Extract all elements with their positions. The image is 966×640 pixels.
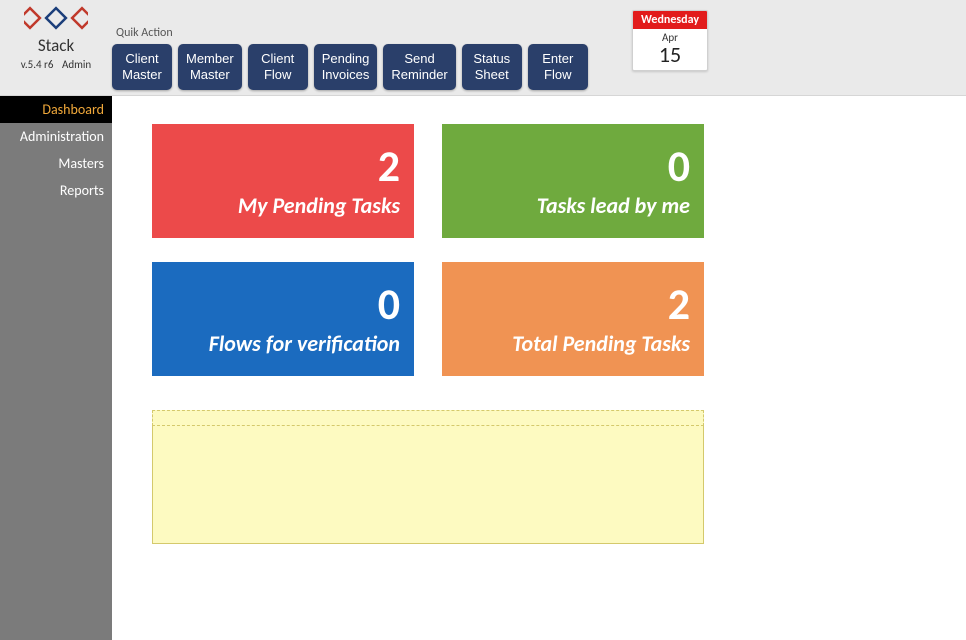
sidebar-item-dashboard[interactable]: Dashboard xyxy=(0,96,112,123)
tile-my-pending-tasks[interactable]: 2 My Pending Tasks xyxy=(152,124,414,238)
sidebar-item-reports[interactable]: Reports xyxy=(0,177,112,204)
tile-value: 0 xyxy=(668,144,690,188)
date-weekday: Wednesday xyxy=(633,11,707,29)
tile-label: Flows for verification xyxy=(209,330,400,357)
tile-label: Total Pending Tasks xyxy=(512,330,690,357)
tile-total-pending-tasks[interactable]: 2 Total Pending Tasks xyxy=(442,262,704,376)
brand-block: Stack v.5.4 r6 Admin xyxy=(0,0,112,71)
main-area: 2 My Pending Tasks 0 Tasks lead by me 0 … xyxy=(112,96,966,640)
role-text: Admin xyxy=(62,58,91,71)
header: Stack v.5.4 r6 Admin Quik Action Client … xyxy=(0,0,966,96)
sidebar-item-masters[interactable]: Masters xyxy=(0,150,112,177)
date-day-number: 15 xyxy=(633,44,707,70)
app-root: Stack v.5.4 r6 Admin Quik Action Client … xyxy=(0,0,966,640)
notes-header-strip xyxy=(152,410,704,426)
sidebar-item-administration[interactable]: Administration xyxy=(0,123,112,150)
brand-name: Stack xyxy=(0,35,112,56)
notes-panel xyxy=(152,410,704,549)
date-widget: Wednesday Apr 15 xyxy=(632,10,708,71)
sidebar: Dashboard Administration Masters Reports xyxy=(0,96,112,640)
tile-flows-for-verification[interactable]: 0 Flows for verification xyxy=(152,262,414,376)
tile-tasks-lead-by-me[interactable]: 0 Tasks lead by me xyxy=(442,124,704,238)
quick-action-buttons: Client Master Member Master Client Flow … xyxy=(112,44,588,90)
tile-label: Tasks lead by me xyxy=(537,192,690,219)
version-text: v.5.4 r6 xyxy=(21,58,54,71)
qa-client-master[interactable]: Client Master xyxy=(112,44,172,90)
qa-send-reminder[interactable]: Send Reminder xyxy=(383,44,455,90)
logo-icon xyxy=(24,4,88,32)
qa-enter-flow[interactable]: Enter Flow xyxy=(528,44,588,90)
tile-value: 2 xyxy=(378,144,400,188)
qa-pending-invoices[interactable]: Pending Invoices xyxy=(314,44,378,90)
quick-action-area: Quik Action Client Master Member Master … xyxy=(112,0,588,90)
tile-value: 2 xyxy=(668,282,690,326)
notes-textarea[interactable] xyxy=(152,426,704,544)
quick-action-label: Quik Action xyxy=(116,26,588,40)
qa-status-sheet[interactable]: Status Sheet xyxy=(462,44,522,90)
body: Dashboard Administration Masters Reports… xyxy=(0,96,966,640)
tile-label: My Pending Tasks xyxy=(238,192,400,219)
brand-meta: v.5.4 r6 Admin xyxy=(0,58,112,71)
dashboard-grid: 2 My Pending Tasks 0 Tasks lead by me 0 … xyxy=(152,124,966,376)
qa-client-flow[interactable]: Client Flow xyxy=(248,44,308,90)
qa-member-master[interactable]: Member Master xyxy=(178,44,242,90)
tile-value: 0 xyxy=(378,282,400,326)
